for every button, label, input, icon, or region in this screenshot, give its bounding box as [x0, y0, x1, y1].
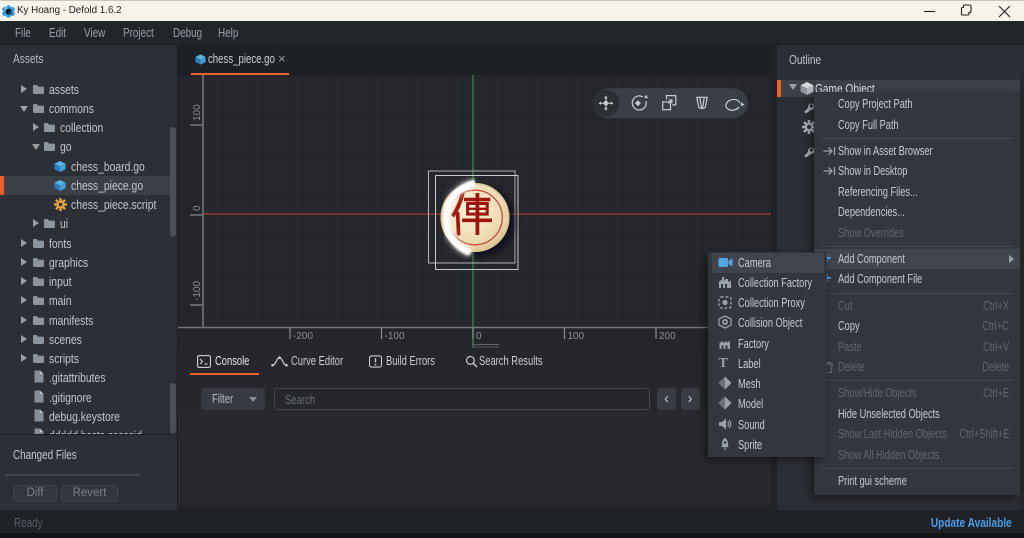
svg-text:-100: -100	[385, 331, 405, 342]
svg-text:100: 100	[568, 331, 585, 342]
svg-text:-200: -200	[293, 331, 313, 342]
svg-text:100: 100	[192, 104, 203, 121]
svg-text:0: 0	[192, 205, 203, 211]
svg-text:-100: -100	[192, 281, 203, 301]
svg-text:200: 200	[659, 331, 676, 342]
svg-text:0: 0	[476, 331, 482, 342]
